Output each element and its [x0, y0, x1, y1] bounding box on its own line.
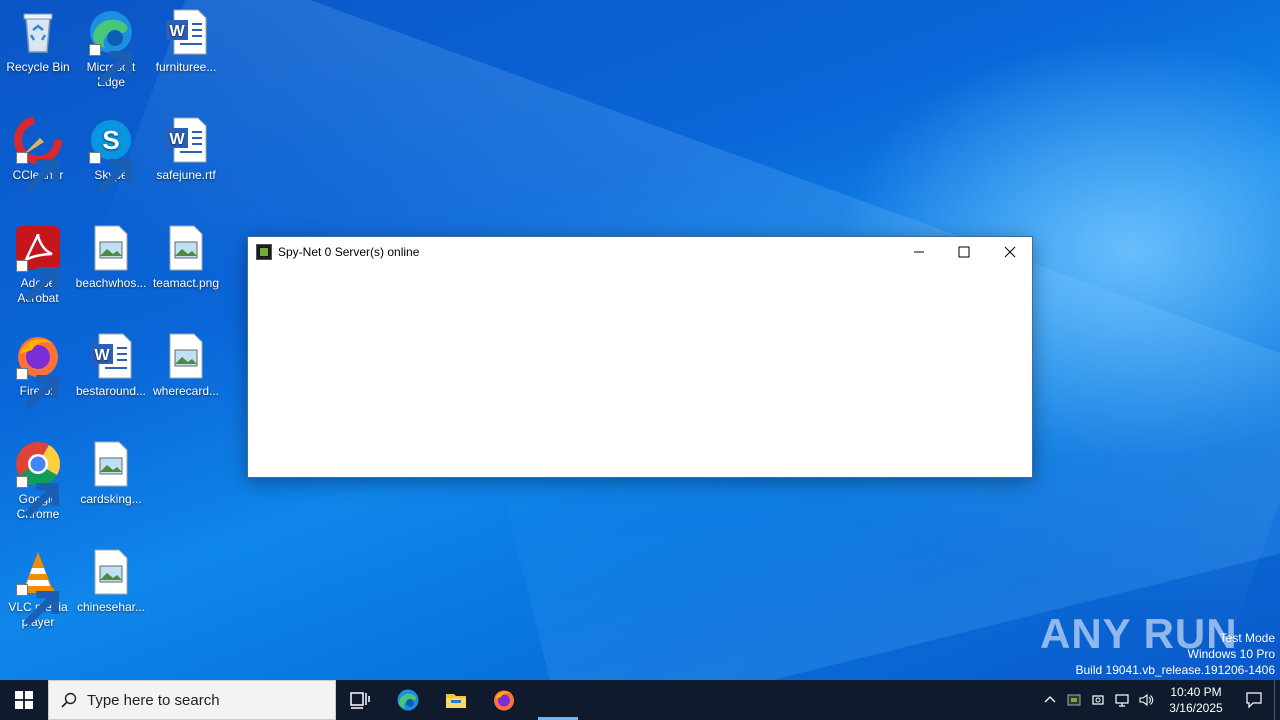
shortcut-arrow-icon	[89, 44, 132, 86]
svg-text:S: S	[102, 125, 119, 155]
desktop-icon-word-doc[interactable]: W furnituree...	[148, 8, 224, 75]
show-desktop-button[interactable]	[1274, 680, 1280, 720]
shortcut-arrow-icon	[16, 584, 59, 626]
desktop-icon-vlc[interactable]: VLC media player	[0, 548, 76, 630]
taskbar-clock[interactable]: 10:40 PM 3/16/2025	[1158, 684, 1234, 716]
desktop-icon-image-file[interactable]: chinesehar...	[73, 548, 149, 615]
svg-text:W: W	[169, 23, 185, 40]
svg-text:W: W	[94, 347, 110, 364]
desktop-icon-ccleaner[interactable]: CCleaner	[0, 116, 76, 194]
taskbar-file-explorer-button[interactable]	[432, 680, 480, 720]
desktop-icon-word-doc[interactable]: W safejune.rtf	[148, 116, 224, 183]
windows-edition-label: Windows 10 Pro	[1187, 647, 1275, 661]
shortcut-arrow-icon	[16, 368, 59, 410]
window-content-area	[248, 266, 1032, 477]
shortcut-arrow-icon	[16, 476, 59, 518]
recycle-bin-icon	[14, 8, 62, 56]
windows-logo-icon	[15, 691, 33, 709]
skype-icon: S	[87, 116, 135, 194]
action-center-button[interactable]	[1234, 680, 1274, 720]
word-doc-icon: W	[162, 116, 210, 164]
image-file-icon	[87, 224, 135, 272]
firefox-icon	[494, 690, 514, 711]
shortcut-arrow-icon	[16, 260, 59, 302]
network-icon	[1115, 694, 1129, 707]
close-icon	[1004, 246, 1016, 257]
desktop-icon-skype[interactable]: S Skype	[73, 116, 149, 194]
image-file-icon	[162, 224, 210, 272]
system-tray: 10:40 PM 3/16/2025	[1038, 680, 1280, 720]
device-icon	[1092, 695, 1104, 705]
edge-icon	[397, 689, 419, 711]
maximize-icon	[958, 246, 970, 257]
desktop-icon-label: beachwhos...	[75, 276, 147, 290]
shortcut-arrow-icon	[16, 152, 59, 194]
window-title: Spy-Net 0 Server(s) online	[278, 244, 420, 259]
desktop-icon-image-file[interactable]: beachwhos...	[73, 224, 149, 291]
desktop-icon-firefox[interactable]: Firefox	[0, 332, 76, 410]
edge-icon	[87, 8, 135, 86]
word-doc-icon: W	[87, 332, 135, 380]
show-hidden-icons-button[interactable]	[1038, 680, 1062, 720]
clock-date: 3/16/2025	[1169, 701, 1223, 715]
desktop-icon-adobe-acrobat[interactable]: Adobe Acrobat	[0, 224, 76, 306]
taskbar: Type here to search 10:40 PM 3/16/2025	[0, 680, 1280, 720]
vlc-icon	[14, 548, 62, 626]
taskbar-firefox-button[interactable]	[480, 680, 528, 720]
spy-net-window[interactable]: Spy-Net 0 Server(s) online	[247, 236, 1033, 478]
network-button[interactable]	[1110, 680, 1134, 720]
image-file-icon	[87, 548, 135, 596]
desktop-icon-label: safejune.rtf	[156, 168, 216, 182]
desktop-icon-label: bestaround...	[75, 384, 147, 398]
close-button[interactable]	[987, 237, 1033, 266]
image-file-icon	[87, 440, 135, 488]
notification-icon	[1246, 692, 1262, 709]
chrome-icon	[14, 440, 62, 518]
tray-app-button[interactable]	[1062, 680, 1086, 720]
maximize-button[interactable]	[941, 237, 987, 266]
tray-device-button[interactable]	[1086, 680, 1110, 720]
taskbar-search-box[interactable]: Type here to search	[48, 680, 336, 720]
tray-app-icon	[1067, 694, 1081, 706]
desktop-icon-label: Recycle Bin	[6, 60, 70, 74]
search-placeholder: Type here to search	[87, 691, 220, 709]
ccleaner-icon	[14, 116, 62, 194]
word-doc-icon: W	[162, 8, 210, 56]
desktop-icon-image-file[interactable]: cardsking...	[73, 440, 149, 507]
desktop-icon-label: cardsking...	[80, 492, 142, 506]
desktop-icon-recycle-bin[interactable]: Recycle Bin	[0, 8, 76, 75]
chevron-up-icon	[1044, 696, 1056, 703]
image-file-icon	[162, 332, 210, 380]
test-mode-label: Test Mode	[1219, 631, 1275, 645]
minimize-icon	[914, 251, 924, 252]
firefox-icon	[14, 332, 62, 410]
desktop-icon-word-doc[interactable]: W bestaround...	[73, 332, 149, 399]
minimize-button[interactable]	[896, 237, 942, 266]
desktop-icon-label: wherecard...	[152, 384, 220, 398]
shortcut-arrow-icon	[89, 152, 132, 194]
acrobat-icon	[14, 224, 62, 302]
desktop-icon-label: furnituree...	[155, 60, 217, 74]
task-view-icon	[350, 692, 370, 709]
window-titlebar[interactable]: Spy-Net 0 Server(s) online	[248, 237, 1032, 266]
desktop-icon-label: chinesehar...	[76, 600, 146, 614]
volume-button[interactable]	[1134, 680, 1158, 720]
desktop-icon-google-chrome[interactable]: Google Chrome	[0, 440, 76, 522]
desktop-icon-label: teamact.png	[152, 276, 220, 290]
start-button[interactable]	[0, 680, 48, 720]
search-icon	[61, 692, 77, 708]
system-info: Test Mode Windows 10 Pro Build 19041.vb_…	[1076, 630, 1276, 678]
svg-text:W: W	[169, 131, 185, 148]
desktop-icon-microsoft-edge[interactable]: Microsoft Edge	[73, 8, 149, 90]
desktop-icon-image-file[interactable]: wherecard...	[148, 332, 224, 399]
clock-time: 10:40 PM	[1170, 685, 1222, 699]
file-explorer-icon	[446, 694, 466, 708]
speaker-icon	[1139, 693, 1154, 707]
desktop-icon-image-file[interactable]: teamact.png	[148, 224, 224, 291]
taskbar-spy-net-button[interactable]	[528, 680, 576, 720]
build-label: Build 19041.vb_release.191206-1406	[1075, 663, 1276, 677]
task-view-button[interactable]	[336, 680, 384, 720]
taskbar-edge-button[interactable]	[384, 680, 432, 720]
spy-net-app-icon	[256, 243, 272, 260]
